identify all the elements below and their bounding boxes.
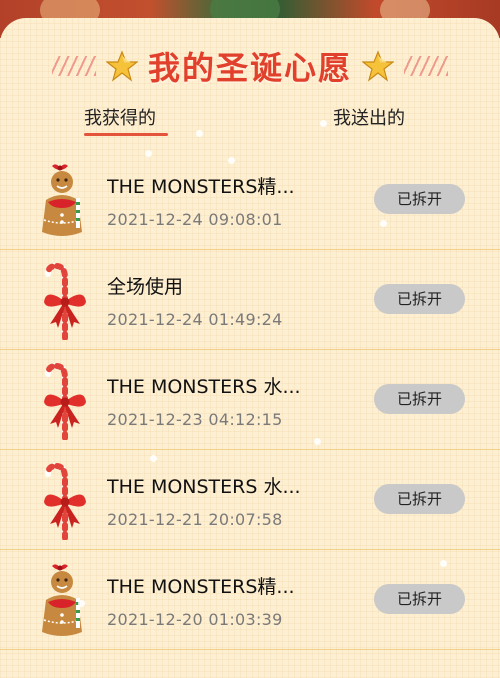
opened-button[interactable]: 已拆开 <box>374 384 465 414</box>
item-title: 全场使用 <box>107 276 184 298</box>
tab-sent[interactable]: 我送出的 <box>333 104 405 130</box>
gingerbread-icon <box>38 160 88 240</box>
item-timestamp: 2021-12-23 04:12:15 <box>107 410 283 429</box>
list-item: THE MONSTERS 水... 2021-12-23 04:12:15 已拆… <box>0 350 500 450</box>
snowflake <box>380 220 387 227</box>
item-timestamp: 2021-12-24 09:08:01 <box>107 210 283 229</box>
list-item: THE MONSTERS精... 2021-12-24 09:08:01 已拆开 <box>0 150 500 250</box>
snowflake <box>150 455 157 462</box>
candy-cane-icon <box>38 360 88 440</box>
item-timestamp: 2021-12-24 01:49:24 <box>107 310 283 329</box>
snowflake <box>196 130 203 137</box>
snowflake <box>314 438 321 445</box>
title-row: 我的圣诞心愿 <box>0 44 500 88</box>
list-item: 全场使用 2021-12-24 01:49:24 已拆开 <box>0 250 500 350</box>
opened-button[interactable]: 已拆开 <box>374 484 465 514</box>
snowflake <box>78 600 85 607</box>
star-icon <box>362 50 394 82</box>
snowflake <box>320 120 327 127</box>
opened-button[interactable]: 已拆开 <box>374 284 465 314</box>
item-timestamp: 2021-12-21 20:07:58 <box>107 510 283 529</box>
list-item: THE MONSTERS 水... 2021-12-21 20:07:58 已拆… <box>0 450 500 550</box>
snowflake <box>440 560 447 567</box>
candy-cane-icon <box>38 260 88 340</box>
opened-button[interactable]: 已拆开 <box>374 184 465 214</box>
stripes-right <box>404 56 448 76</box>
item-title: THE MONSTERS精... <box>107 576 295 598</box>
list-item: THE MONSTERS精... 2021-12-20 01:03:39 已拆开 <box>0 550 500 650</box>
candy-cane-icon <box>38 460 88 540</box>
opened-button[interactable]: 已拆开 <box>374 584 465 614</box>
active-tab-indicator <box>84 133 168 136</box>
star-icon <box>106 50 138 82</box>
item-title: THE MONSTERS精... <box>107 176 295 198</box>
snowflake <box>145 150 152 157</box>
tab-bar: 我获得的 我送出的 <box>0 98 500 138</box>
snowflake <box>228 157 235 164</box>
item-timestamp: 2021-12-20 01:03:39 <box>107 610 283 629</box>
tab-received[interactable]: 我获得的 <box>84 104 156 130</box>
stripes-left <box>51 56 96 76</box>
page-title: 我的圣诞心愿 <box>147 49 352 87</box>
item-title: THE MONSTERS 水... <box>107 476 301 498</box>
item-title: THE MONSTERS 水... <box>107 376 301 398</box>
